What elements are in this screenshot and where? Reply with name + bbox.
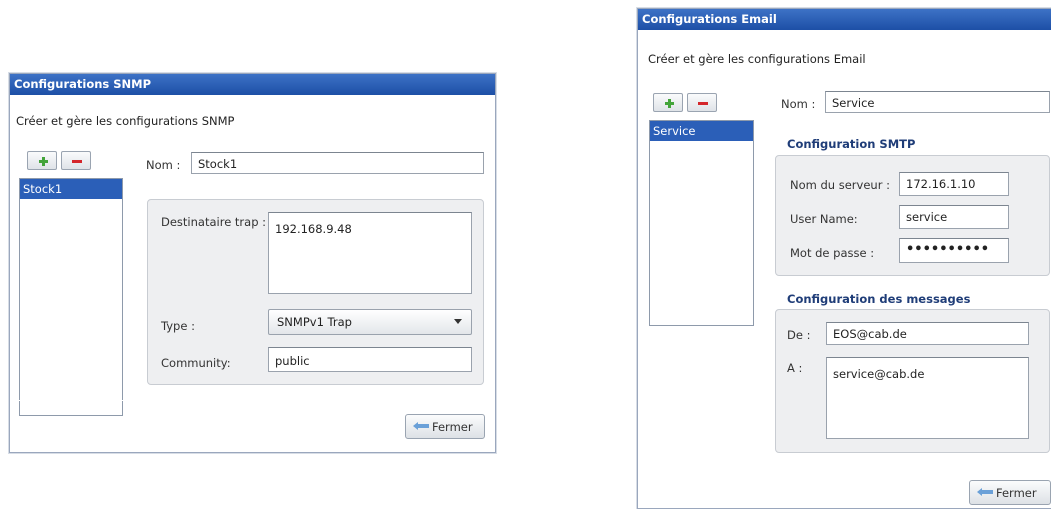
to-field[interactable]: service@cab.de: [826, 357, 1029, 439]
smtp-group: Nom du serveur : 172.16.1.10 User Name: …: [775, 155, 1050, 276]
from-field[interactable]: EOS@cab.de: [826, 322, 1029, 345]
snmp-subtitle: Créer et gère les configurations SNMP: [16, 114, 235, 128]
remove-button[interactable]: [687, 93, 717, 112]
email-dialog: Configurations Email Créer et gère les c…: [637, 8, 1051, 509]
password-label: Mot de passe :: [790, 246, 875, 260]
user-field[interactable]: service: [899, 205, 1009, 229]
return-arrow-icon: [977, 488, 993, 498]
type-select-value: SNMPv1 Trap: [277, 315, 352, 329]
password-field[interactable]: ••••••••••: [899, 238, 1009, 263]
user-label: User Name:: [790, 212, 858, 226]
messages-section-title: Configuration des messages: [787, 292, 971, 306]
name-field[interactable]: Stock1: [191, 152, 484, 174]
config-list[interactable]: Stock1: [19, 178, 123, 416]
add-button[interactable]: [653, 93, 683, 112]
list-item[interactable]: Service: [650, 121, 753, 141]
trap-recipient-field[interactable]: 192.168.9.48: [268, 212, 472, 294]
messages-group: De : EOS@cab.de A : service@cab.de: [775, 309, 1050, 453]
email-subtitle: Créer et gère les configurations Email: [648, 52, 866, 66]
close-button[interactable]: Fermer: [405, 414, 485, 439]
server-field[interactable]: 172.16.1.10: [899, 172, 1009, 196]
name-label: Nom :: [781, 97, 816, 111]
config-list[interactable]: Service: [649, 120, 754, 326]
divider: [644, 79, 1049, 80]
trap-label: Destinataire trap :: [161, 215, 267, 229]
close-button-label: Fermer: [432, 420, 473, 434]
to-label: A :: [787, 361, 803, 375]
type-select[interactable]: SNMPv1 Trap: [268, 309, 472, 335]
return-arrow-icon: [413, 422, 429, 432]
divider: [644, 465, 1049, 466]
close-button-label: Fermer: [996, 486, 1037, 500]
divider: [16, 138, 489, 139]
snmp-settings-group: Destinataire trap : 192.168.9.48 Type : …: [147, 199, 484, 385]
community-field[interactable]: public: [268, 347, 472, 372]
snmp-title: Configurations SNMP: [10, 74, 495, 95]
list-item[interactable]: Stock1: [20, 179, 122, 199]
from-label: De :: [787, 328, 811, 342]
chevron-down-icon: [454, 319, 462, 324]
name-field[interactable]: Service: [825, 91, 1050, 113]
smtp-section-title: Configuration SMTP: [787, 137, 916, 151]
remove-button[interactable]: [61, 151, 91, 170]
type-label: Type :: [161, 319, 195, 333]
email-title: Configurations Email: [638, 9, 1051, 30]
name-label: Nom :: [146, 158, 181, 172]
add-button[interactable]: [27, 151, 57, 170]
snmp-dialog: Configurations SNMP Créer et gère les co…: [9, 73, 496, 453]
close-button[interactable]: Fermer: [969, 480, 1051, 505]
community-label: Community:: [161, 356, 231, 370]
server-label: Nom du serveur :: [790, 178, 890, 192]
divider: [16, 400, 489, 401]
